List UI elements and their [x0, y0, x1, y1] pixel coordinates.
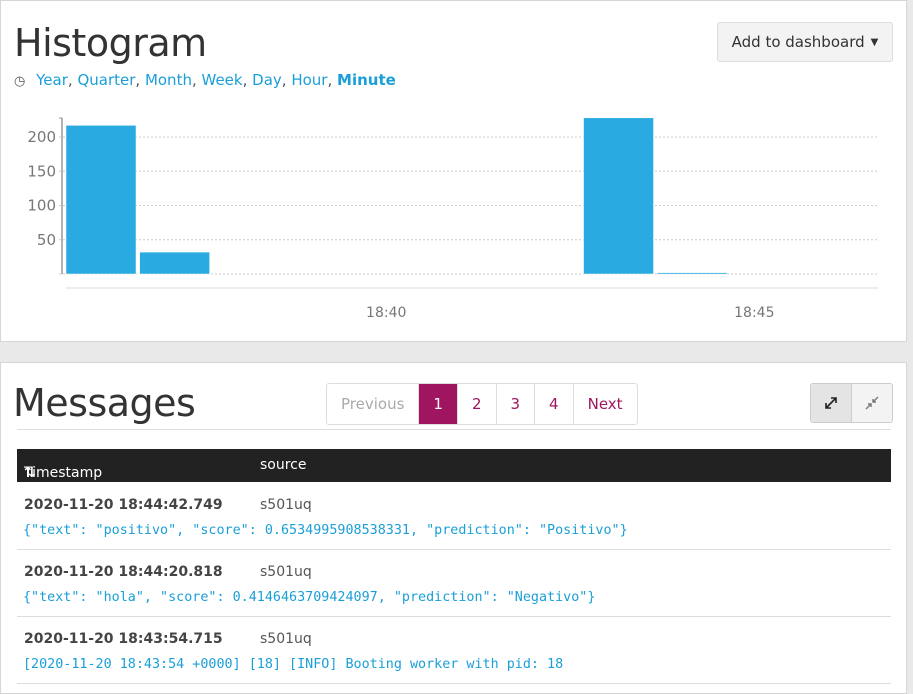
x-tick-label: 18:40 [366, 305, 406, 321]
x-tick-label: 18:45 [734, 305, 774, 321]
message-source: s501uq [260, 631, 312, 647]
messages-title: Messages [13, 381, 196, 425]
histogram-bar [656, 272, 728, 275]
message-text: {"text": "positivo", "score": 0.65349959… [23, 523, 628, 538]
messages-table-header: Timestamp ⇅ source [17, 449, 891, 482]
histogram-bar [139, 251, 210, 275]
next-page-button[interactable]: Next [572, 384, 637, 424]
y-tick-label: 200 [27, 128, 56, 146]
y-tick-label: 100 [27, 197, 56, 215]
sort-icon[interactable]: ⇅ [24, 465, 36, 481]
compress-icon[interactable] [852, 384, 892, 422]
message-row[interactable]: 2020-11-20 18:44:42.749 s501uq {"text": "p… [17, 483, 891, 550]
message-timestamp: 2020-11-20 18:44:42.749 [24, 497, 223, 513]
message-source: s501uq [260, 497, 312, 513]
message-row[interactable]: 2020-11-20 18:44:20.818 s501uq {"text": "h… [17, 550, 891, 617]
view-toggle-group [810, 383, 893, 423]
message-timestamp: 2020-11-20 18:44:20.818 [24, 564, 223, 580]
page-4-button[interactable]: 4 [534, 384, 573, 424]
histogram-bar [583, 117, 654, 275]
y-tick-label: 50 [37, 231, 56, 249]
y-tick-label: 150 [27, 162, 56, 180]
histogram-chart: 50 100 150 200 18:40 18:45 [27, 117, 878, 321]
expand-icon[interactable] [811, 384, 852, 422]
message-source: s501uq [260, 564, 312, 580]
histogram-bar [65, 125, 137, 275]
divider [17, 429, 891, 430]
message-timestamp: 2020-11-20 18:43:54.715 [24, 631, 223, 647]
pagination: Previous 1 2 3 4 Next [326, 383, 638, 425]
histogram-panel: Histogram ◷ Year, Quarter, Month, Week, … [0, 0, 907, 342]
previous-page-button[interactable]: Previous [327, 384, 418, 424]
page-1-button[interactable]: 1 [418, 384, 457, 424]
message-text: [2020-11-20 18:43:54 +0000] [18] [INFO] … [23, 657, 564, 672]
message-text: {"text": "hola", "score": 0.414646370942… [23, 590, 596, 605]
page-2-button[interactable]: 2 [456, 384, 496, 424]
message-row[interactable]: 2020-11-20 18:43:54.715 s501uq [2020-11-20… [17, 617, 891, 684]
column-source[interactable]: source [260, 457, 307, 473]
page-3-button[interactable]: 3 [495, 384, 535, 424]
